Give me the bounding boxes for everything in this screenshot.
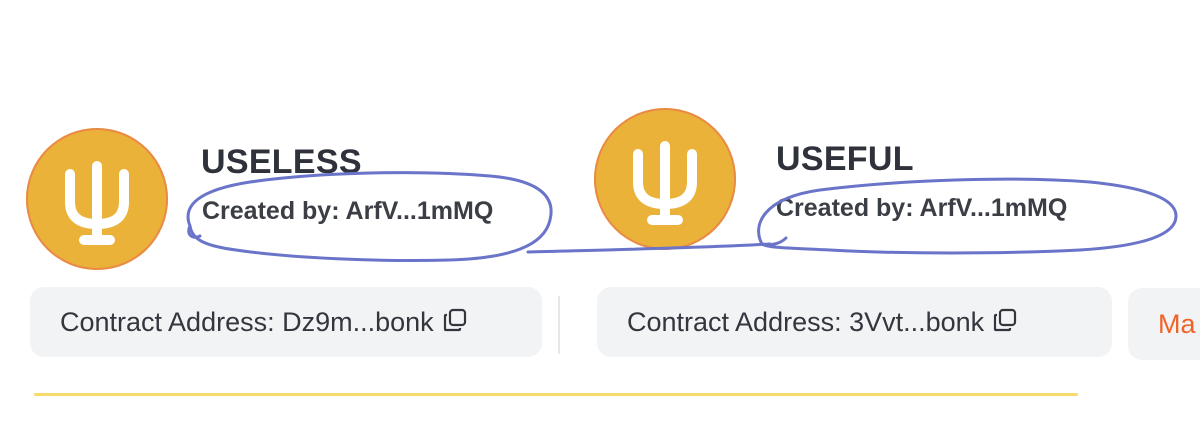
creator-label[interactable]: Created by: ArfV...1mMQ: [202, 197, 493, 226]
creator-label[interactable]: Created by: ArfV...1mMQ: [776, 194, 1067, 223]
partial-action-button[interactable]: Ma: [1128, 288, 1200, 360]
contract-address-card[interactable]: Contract Address: Dz9m...bonk: [30, 287, 542, 357]
token-logo-icon: [65, 161, 129, 245]
copy-icon[interactable]: [992, 307, 1018, 338]
token-comparison-screen: USELESS Created by: ArfV...1mMQ USEFUL C…: [0, 0, 1200, 432]
copy-icon[interactable]: [442, 307, 468, 338]
token-name: USEFUL: [776, 140, 914, 178]
divider: [558, 296, 560, 354]
contract-address-card[interactable]: Contract Address: 3Vvt...bonk: [597, 287, 1112, 357]
token-name: USELESS: [201, 143, 362, 181]
token-avatar-useful[interactable]: [594, 108, 736, 250]
partial-action-label: Ma: [1158, 308, 1196, 339]
token-avatar-useless[interactable]: [26, 128, 168, 270]
contract-address-text: Contract Address: Dz9m...bonk: [60, 306, 434, 337]
yellow-separator: [34, 393, 1078, 396]
token-logo-icon: [633, 141, 697, 225]
contract-address-text: Contract Address: 3Vvt...bonk: [627, 306, 985, 337]
